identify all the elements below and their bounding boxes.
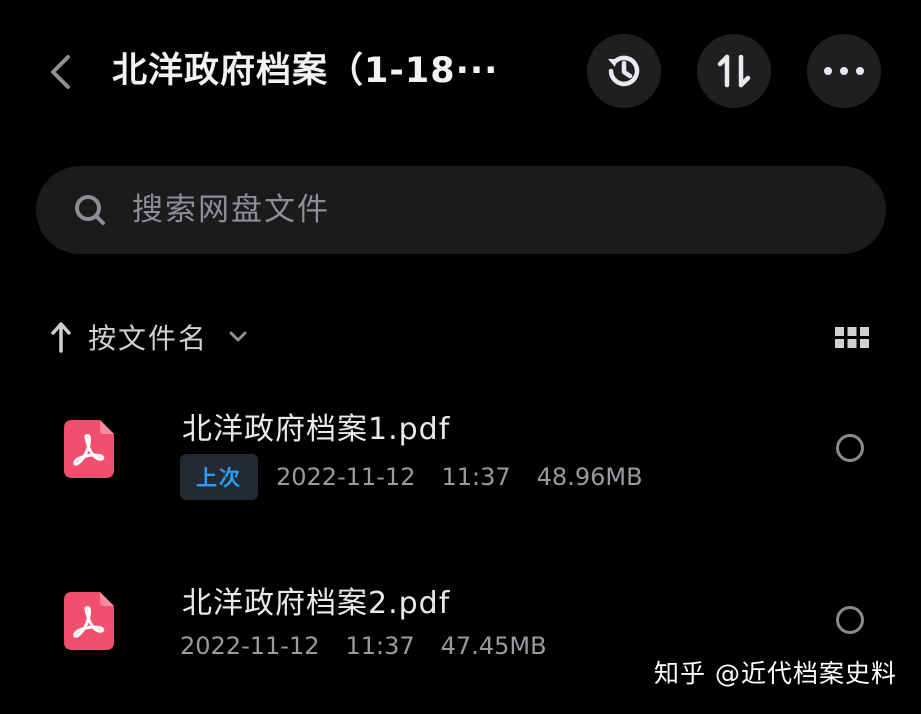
file-time: 11:37 <box>441 463 511 491</box>
search-input[interactable] <box>132 180 832 240</box>
chevron-left-icon <box>51 55 70 89</box>
file-date: 2022-11-12 <box>180 632 320 660</box>
page-title: 北洋政府档案（1-18··· <box>112 51 499 91</box>
sort-order-icon <box>717 54 751 88</box>
pdf-file-icon <box>64 592 114 650</box>
more-dots-icon <box>824 67 864 75</box>
file-time: 11:37 <box>345 632 415 660</box>
sort-label: 按文件名 <box>88 322 209 355</box>
file-date: 2022-11-12 <box>276 463 416 491</box>
pdf-file-icon <box>64 420 114 478</box>
last-opened-badge: 上次 <box>180 454 258 500</box>
search-icon <box>72 192 108 228</box>
more-options-button[interactable] <box>807 34 881 108</box>
file-list-item[interactable]: 北洋政府档案1.pdf 上次 2022-11-12 11:37 48.96MB <box>0 390 921 520</box>
view-mode-toggle[interactable] <box>832 322 872 354</box>
file-meta: 2022-11-12 11:37 47.45MB <box>180 632 547 660</box>
sort-order-button[interactable] <box>697 34 771 108</box>
watermark: 知乎 @近代档案史料 <box>654 659 897 688</box>
history-button[interactable] <box>587 34 661 108</box>
grid-view-icon <box>835 327 869 348</box>
file-size: 48.96MB <box>536 463 643 491</box>
back-button[interactable] <box>36 46 84 98</box>
file-size: 47.45MB <box>440 632 547 660</box>
select-checkbox[interactable] <box>836 434 864 462</box>
sort-selector[interactable]: 按文件名 <box>48 312 250 362</box>
file-name: 北洋政府档案2.pdf <box>182 586 451 621</box>
history-icon <box>608 55 640 87</box>
select-checkbox[interactable] <box>836 606 864 634</box>
chevron-down-icon <box>229 331 247 342</box>
file-meta: 上次 2022-11-12 11:37 48.96MB <box>180 454 643 500</box>
arrow-up-icon <box>51 322 71 353</box>
file-name: 北洋政府档案1.pdf <box>182 412 451 447</box>
